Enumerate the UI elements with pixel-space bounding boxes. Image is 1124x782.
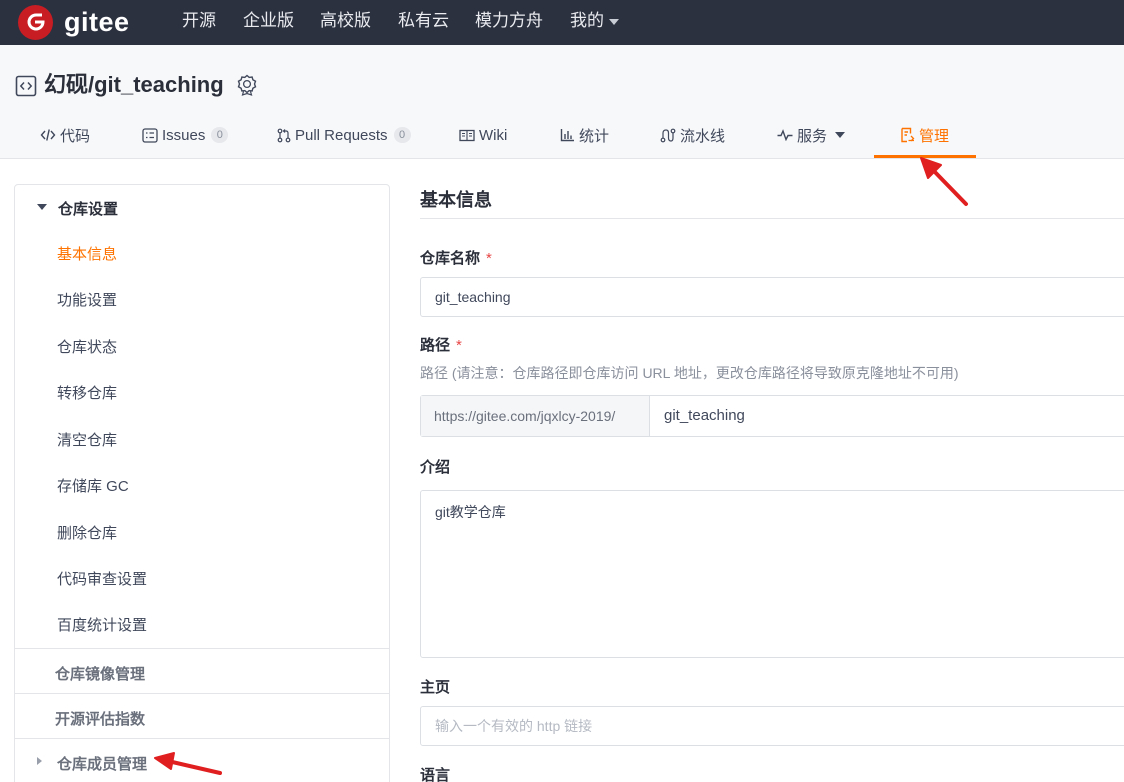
tab-statistics[interactable]: 统计 — [560, 123, 609, 147]
tab-issues-label: Issues — [162, 126, 206, 144]
tab-wiki-label: Wiki — [479, 126, 508, 144]
active-tab-indicator — [874, 155, 976, 158]
gitee-logo[interactable]: gitee — [18, 4, 130, 40]
caret-down-icon — [37, 204, 47, 210]
sidebar-item-code-review-settings[interactable]: 代码审查设置 — [57, 568, 147, 589]
issues-icon — [142, 127, 158, 143]
gitee-logo-icon — [18, 4, 53, 40]
tab-services-label: 服务 — [797, 127, 828, 145]
tab-code-label: 代码 — [60, 127, 91, 145]
repository-code-icon — [15, 75, 37, 102]
repo-name-label: 仓库名称 * — [420, 247, 492, 268]
nav-mine-dropdown[interactable]: 我的 — [570, 10, 619, 32]
path-hint: 路径 (请注意：仓库路径即仓库访问 URL 地址，更改仓库路径将导致原克隆地址不… — [420, 365, 959, 381]
sidebar-item-delete-repo[interactable]: 删除仓库 — [57, 522, 117, 543]
intro-label: 介绍 — [420, 459, 451, 476]
code-icon — [40, 129, 56, 141]
tab-pull-requests[interactable]: Pull Requests 0 — [277, 123, 411, 147]
section-divider — [420, 218, 1124, 219]
sidebar-item-feature-settings[interactable]: 功能设置 — [57, 289, 117, 310]
sidebar-group-member-management[interactable]: 仓库成员管理 — [57, 753, 147, 774]
chart-icon — [560, 129, 574, 142]
chevron-down-icon — [835, 132, 846, 138]
sidebar-group-title: 仓库设置 — [58, 201, 119, 218]
top-navigation-bar: gitee 开源 企业版 高校版 私有云 模力方舟 我的 — [0, 0, 1124, 45]
path-label: 路径 * — [420, 334, 462, 355]
tab-pipeline-label: 流水线 — [680, 127, 726, 145]
sidebar-divider — [15, 648, 389, 649]
manage-icon — [901, 127, 915, 143]
nav-moli-fangzhou[interactable]: 模力方舟 — [475, 10, 543, 32]
gitee-logo-text: gitee — [64, 6, 130, 37]
language-label: 语言 — [420, 767, 451, 782]
section-title: 基本信息 — [420, 190, 492, 210]
nav-open-source[interactable]: 开源 — [182, 10, 216, 32]
path-label-text: 路径 — [420, 337, 451, 354]
nav-private-cloud[interactable]: 私有云 — [398, 10, 449, 32]
sidebar-item-repo-status[interactable]: 仓库状态 — [57, 336, 117, 357]
tab-pipeline[interactable]: 流水线 — [660, 123, 725, 147]
tab-statistics-label: 统计 — [579, 127, 610, 145]
repo-name-label-text: 仓库名称 — [420, 250, 481, 267]
nav-mine-label: 我的 — [570, 11, 604, 30]
homepage-label: 主页 — [420, 679, 451, 696]
tab-manage-label: 管理 — [919, 127, 950, 145]
tab-code[interactable]: 代码 — [40, 123, 90, 147]
sidebar-item-repo-gc[interactable]: 存储库 GC — [57, 475, 129, 496]
path-input[interactable]: git_teaching — [664, 396, 745, 436]
sidebar-item-clear-repo[interactable]: 清空仓库 — [57, 429, 117, 450]
required-mark: * — [486, 250, 492, 267]
pipeline-icon — [660, 128, 676, 142]
homepage-placeholder: 输入一个有效的 http 链接 — [435, 718, 593, 734]
required-mark: * — [456, 337, 462, 354]
repository-title[interactable]: 幻砚/git_teaching — [44, 71, 224, 99]
chevron-down-icon — [609, 18, 619, 25]
path-prefix-addon: https://gitee.com/jqxlcy-2019/ — [421, 396, 650, 436]
tab-manage[interactable]: 管理 — [900, 123, 949, 147]
award-badge-icon[interactable] — [236, 74, 258, 101]
tab-services-dropdown[interactable]: 服务 — [777, 123, 846, 147]
sidebar-divider — [15, 693, 389, 694]
tab-pull-requests-label: Pull Requests — [295, 126, 388, 144]
pull-request-icon — [277, 128, 291, 142]
sidebar-group-mirror-management[interactable]: 仓库镜像管理 — [55, 663, 145, 684]
issues-count-badge: 0 — [211, 127, 229, 143]
pull-requests-count-badge: 0 — [393, 127, 411, 143]
homepage-input[interactable]: 输入一个有效的 http 链接 — [420, 706, 1124, 746]
sidebar-item-transfer-repo[interactable]: 转移仓库 — [57, 382, 117, 403]
project-header: 幻砚/git_teaching 代码 Issues 0 Pull Request… — [0, 45, 1124, 159]
arrow-to-manage-tab — [920, 157, 968, 206]
nav-education[interactable]: 高校版 — [320, 10, 371, 32]
path-input-group: https://gitee.com/jqxlcy-2019/ git_teach… — [420, 395, 1124, 437]
sidebar-item-baidu-stats-settings[interactable]: 百度统计设置 — [57, 614, 147, 635]
wiki-icon — [459, 129, 475, 141]
sidebar-group-open-source-index[interactable]: 开源评估指数 — [55, 708, 145, 729]
repo-name-input[interactable]: git_teaching — [420, 277, 1124, 317]
sidebar-item-basic-info[interactable]: 基本信息 — [57, 243, 117, 264]
settings-sidebar: 仓库设置 基本信息 功能设置 仓库状态 转移仓库 清空仓库 存储库 GC 删除仓… — [14, 184, 390, 782]
nav-enterprise[interactable]: 企业版 — [243, 10, 294, 32]
tab-wiki[interactable]: Wiki — [459, 123, 507, 147]
intro-textarea[interactable]: git教学仓库 — [420, 490, 1124, 658]
caret-right-icon — [37, 757, 42, 765]
sidebar-divider — [15, 738, 389, 739]
pulse-icon — [777, 129, 793, 141]
sidebar-group-repo-settings[interactable]: 仓库设置 — [15, 197, 389, 219]
tab-issues[interactable]: Issues 0 — [142, 123, 229, 147]
